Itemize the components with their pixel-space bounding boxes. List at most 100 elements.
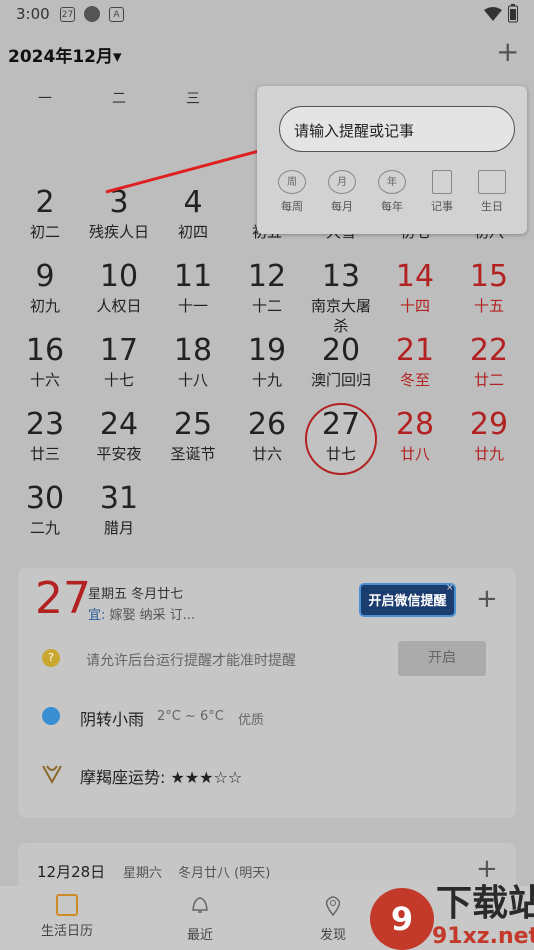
day-cell[interactable]: 24 平安夜 [82,408,156,464]
day-lunar-label: 十二 [251,297,282,315]
day-cell[interactable]: 14 十四 [378,260,452,316]
day-cell[interactable]: 15 十五 [452,260,526,316]
day-cell[interactable]: 9 初九 [8,260,82,316]
permission-text: 请允许后台运行提醒才能准时提醒 [86,653,296,669]
question-icon: ? [42,649,60,667]
notification-a-icon: A [109,7,124,22]
enable-button[interactable]: 开启 [398,641,486,676]
day-cell[interactable]: 16 十六 [8,334,82,390]
detail-yi[interactable]: 宜: 嫁娶 纳采 订... [88,604,195,623]
tab-label: 发现 [319,928,346,943]
next-day-lunar: 冬月廿八 (明天) [178,866,271,881]
day-lunar-label: 廿七 [325,445,356,463]
day-cell[interactable]: 29 廿九 [452,408,526,464]
day-number: 2 [35,185,55,220]
day-lunar-label: 冬至 [399,371,430,389]
day-lunar-label: 廿八 [399,445,430,463]
day-cell[interactable]: 22 廿二 [452,334,526,390]
month-selector[interactable]: 2024年12月▾ [8,42,122,67]
battery-icon [508,4,518,23]
day-lunar-label: 十五 [473,297,504,315]
day-lunar-label: 残疾人日 [88,223,149,241]
tab-discover[interactable]: 发现 [288,894,378,943]
monthly-icon: 月 [328,170,356,194]
day-cell[interactable]: 10 人权日 [82,260,156,316]
reminder-input-placeholder: 请输入提醒或记事 [294,122,415,140]
day-lunar-label: 二九 [29,519,60,537]
status-bar: 3:00 27 A [0,0,534,30]
day-lunar-label: 南京大屠杀 [310,297,371,335]
option-label: 每月 [331,200,353,213]
day-cell[interactable]: 12 十二 [230,260,304,316]
day-cell[interactable]: 27 廿七 [304,408,378,464]
weekly-icon: 周 [278,170,306,194]
option-label: 每年 [381,200,403,213]
day-cell[interactable]: 18 十八 [156,334,230,390]
day-number: 13 [321,259,361,294]
tab-recent[interactable]: 最近 [155,894,245,943]
horoscope-text[interactable]: 摩羯座运势: ★★★☆☆ [80,764,242,788]
day-number: 10 [99,259,139,294]
day-number: 9 [35,259,55,294]
close-icon[interactable]: × [446,584,454,593]
cake-icon [478,170,506,194]
day-lunar-label: 人权日 [96,297,142,315]
add-button[interactable]: + [496,38,519,66]
yi-items: 嫁娶 纳采 订... [109,608,196,623]
tab-label: 最近 [186,928,213,943]
day-cell[interactable]: 11 十一 [156,260,230,316]
bell-icon [192,897,208,913]
tab-calendar[interactable]: 生活日历 [22,894,112,939]
option-label: 生日 [481,200,503,213]
day-cell[interactable]: 23 廿三 [8,408,82,464]
calendar-icon [56,894,78,916]
day-lunar-label: 廿六 [251,445,282,463]
day-number: 23 [25,407,65,442]
day-cell[interactable]: 17 十七 [82,334,156,390]
weather-icon [42,707,60,725]
tab-label: 生活日历 [40,924,93,939]
day-lunar-label: 廿九 [473,445,504,463]
day-number: 20 [321,333,361,368]
day-number: 16 [25,333,65,368]
day-number: 22 [469,333,509,368]
detail-day-number: 27 [35,573,91,624]
day-cell[interactable]: 31 腊月 [82,482,156,538]
yearly-option[interactable]: 年 每年 [369,170,415,214]
birthday-option[interactable]: 生日 [469,170,515,214]
note-icon [432,170,452,194]
day-cell[interactable]: 21 冬至 [378,334,452,390]
detail-add-button[interactable]: + [476,585,498,613]
day-cell[interactable]: 2 初二 [8,186,82,242]
wechat-reminder-button[interactable]: 开启微信提醒 [359,583,456,617]
day-cell[interactable]: 30 二九 [8,482,82,538]
day-cell[interactable]: 26 廿六 [230,408,304,464]
day-lunar-label: 平安夜 [96,445,142,463]
option-label: 每周 [281,200,303,213]
location-icon [325,896,341,917]
day-lunar-label: 廿三 [29,445,60,463]
day-number: 28 [395,407,435,442]
day-cell[interactable]: 19 十九 [230,334,304,390]
weather-text[interactable]: 阴转小雨 [80,706,144,730]
day-number: 30 [25,481,65,516]
day-cell[interactable]: 20 澳门回归 [304,334,378,390]
day-cell[interactable]: 13 南京大屠杀 [304,260,378,336]
next-day-add-button[interactable]: + [476,855,498,883]
weekday-label: 二 [112,91,126,107]
monthly-option[interactable]: 月 每月 [319,170,365,214]
day-number: 12 [247,259,287,294]
day-cell[interactable]: 28 廿八 [378,408,452,464]
weekly-option[interactable]: 周 每周 [269,170,315,214]
next-day-weekday: 星期六 [123,866,163,881]
wifi-icon [484,7,502,21]
air-quality: 优质 [238,713,265,728]
reminder-input[interactable]: 请输入提醒或记事 [279,106,515,152]
day-number: 31 [99,481,139,516]
day-cell[interactable]: 25 圣诞节 [156,408,230,464]
note-option[interactable]: 记事 [419,170,465,214]
day-lunar-label: 廿二 [473,371,504,389]
option-label: 记事 [431,200,453,213]
day-number: 19 [247,333,287,368]
day-number: 24 [99,407,139,442]
